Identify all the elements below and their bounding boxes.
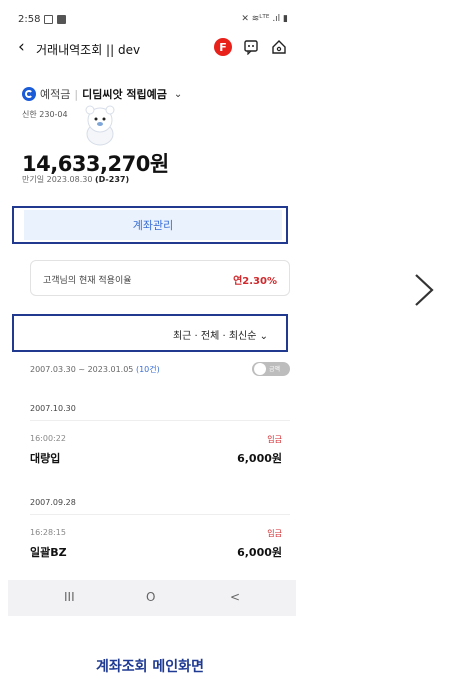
chevron-down-icon: ⌄	[173, 88, 183, 100]
system-nav-bar: III O <	[8, 580, 296, 616]
date-header: 2007.10.30	[30, 404, 76, 413]
system-back-button[interactable]: <	[230, 590, 240, 604]
transaction-amount: 6,000원	[237, 452, 282, 465]
highlight-box-filter	[12, 314, 288, 352]
transaction-name[interactable]: 대량입	[30, 450, 60, 466]
date-header: 2007.09.28	[30, 498, 76, 507]
next-arrow-icon[interactable]	[412, 272, 436, 308]
gallery-icon	[44, 15, 54, 24]
date-range: 2007.03.30 ~ 2023.01.05 (10건)	[30, 364, 160, 375]
screen-caption: 계좌조회 메인화면	[96, 659, 204, 675]
amount-toggle[interactable]: 금액	[252, 362, 290, 376]
chat-icon[interactable]	[242, 38, 260, 56]
f-badge-icon[interactable]: F	[214, 38, 232, 56]
interest-rate-card: 고객님의 현재 적용이율 연2.30%	[30, 260, 290, 296]
transaction-time: 16:00:22	[30, 434, 66, 443]
rate-value: 연2.30%	[233, 276, 277, 287]
date-range-text: 2007.03.30 ~ 2023.01.05	[30, 365, 134, 374]
phone-screen: 2:58 ✕ ≋ᴸᵀᴱ .ıl ▮ ‹ 거래내역조회 || dev F 예적금 …	[8, 0, 296, 616]
transaction-type: 입금	[267, 529, 282, 538]
transaction-type: 입금	[267, 435, 282, 444]
account-type: 예적금	[40, 88, 71, 101]
back-button[interactable]: ‹	[18, 38, 25, 56]
status-bar: 2:58 ✕ ≋ᴸᵀᴱ .ıl ▮	[18, 14, 288, 30]
transaction-name[interactable]: 일괄BZ	[30, 544, 67, 560]
account-name: 디딤씨앗 적립예금	[82, 88, 167, 101]
toggle-label: 금액	[269, 366, 281, 373]
status-icons: ✕ ≋ᴸᵀᴱ .ıl ▮	[241, 14, 288, 24]
highlight-box-manage	[12, 206, 288, 244]
notification-icon	[57, 15, 67, 24]
transaction-time: 16:28:15	[30, 528, 66, 537]
divider	[30, 420, 290, 421]
home-button[interactable]: O	[146, 590, 155, 604]
maturity-date: 만기일 2023.08.30 (D-237)	[22, 174, 129, 185]
account-selector[interactable]: 예적금 | 디딤씨앗 적립예금 ⌄	[22, 86, 182, 102]
toggle-knob	[254, 363, 266, 375]
status-time: 2:58	[18, 14, 41, 25]
transaction-count: (10건)	[135, 365, 160, 374]
recent-apps-button[interactable]: III	[64, 590, 75, 604]
transaction-amount: 6,000원	[237, 546, 282, 559]
shinhan-logo-icon	[22, 87, 36, 101]
top-nav: ‹ 거래내역조회 || dev F	[18, 38, 288, 58]
divider	[30, 514, 290, 515]
home-icon[interactable]	[270, 38, 288, 56]
account-number: 신한 230-04	[22, 110, 68, 119]
rate-label: 고객님의 현재 적용이율	[43, 276, 132, 286]
maturity-dday: (D-237)	[94, 175, 130, 184]
page-title: 거래내역조회 || dev	[36, 43, 141, 57]
account-separator: |	[74, 87, 79, 101]
mascot-bear-icon	[85, 105, 115, 146]
maturity-label: 만기일 2023.08.30	[22, 175, 93, 184]
